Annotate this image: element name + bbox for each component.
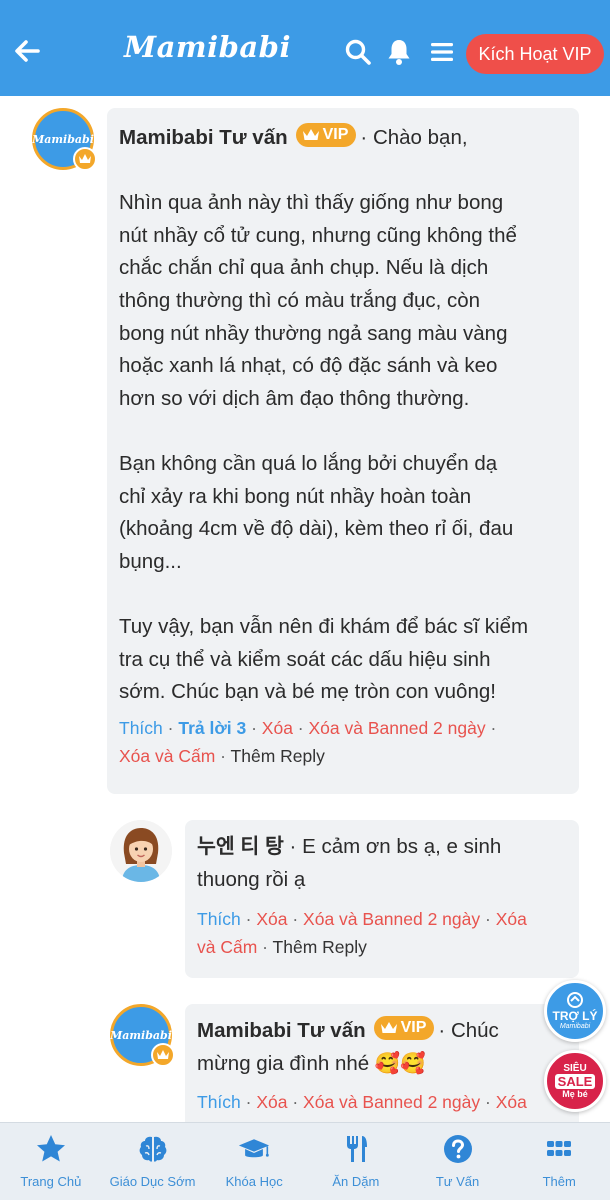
like-button[interactable]: Thích xyxy=(197,909,241,929)
crown-icon xyxy=(302,129,319,140)
sale-label-top: SIÊU xyxy=(563,1062,587,1074)
nav-label: Giáo Dục Sớm xyxy=(109,1174,196,1189)
delete-ban-button[interactable]: Xóa và Banned 2 ngày xyxy=(303,1092,480,1112)
brain-icon xyxy=(137,1133,169,1165)
nav-item-weaning[interactable]: Ăn Dặm xyxy=(305,1123,407,1200)
comment-header: Mamibabi Tư vấn VIP · Chúc xyxy=(197,1015,573,1048)
like-button[interactable]: Thích xyxy=(197,1092,241,1112)
comment-text-line xyxy=(119,415,571,448)
assistant-icon xyxy=(567,992,583,1008)
comment-text-line: hoặc xanh lá nhạt, có độ đặc sánh và keo xyxy=(119,354,498,378)
nav-label: Tư Vấn xyxy=(435,1174,480,1189)
comment-bubble: 누엔 티 탕 · E cảm ơn bs ạ, e sinh thuong rồ… xyxy=(185,820,579,978)
back-arrow-icon[interactable] xyxy=(10,34,44,68)
comment-text-line: bụng... xyxy=(119,549,182,573)
delete-button[interactable]: Xóa xyxy=(256,1092,287,1112)
delete-block-button[interactable]: Xóa và Cấm xyxy=(119,746,215,766)
comment-text-line: bong nút nhầy thường ngả sang màu vàng xyxy=(119,321,508,345)
comment-text-line: · E cảm ơn bs ạ, e sinh xyxy=(289,835,502,858)
nav-label: Khóa Học xyxy=(225,1174,283,1189)
utensils-icon xyxy=(340,1133,372,1165)
comment-author[interactable]: Mamibabi Tư vấn xyxy=(119,126,288,149)
grid-icon xyxy=(543,1133,575,1165)
comment-text-line: · Chào bạn, xyxy=(360,126,468,149)
comment-header: 누엔 티 탕 · E cảm ơn bs ạ, e sinh xyxy=(197,831,573,864)
delete-block-button-cont[interactable]: và Cấm xyxy=(197,937,257,957)
assistant-sub-label: Mamibabi xyxy=(559,1023,591,1030)
nav-item-consult[interactable]: Tư Vấn xyxy=(407,1123,509,1200)
comment-text-line: chỉ xảy ra khi bong nút nhầy hoàn toàn xyxy=(119,484,472,508)
app-logo[interactable]: Mamibabi xyxy=(124,30,291,64)
vip-badge: VIP xyxy=(373,1016,435,1040)
nav-label: Thêm xyxy=(542,1174,576,1189)
assistant-button[interactable]: TRỢ LÝ Mamibabi xyxy=(544,980,606,1042)
comment-body: Nhìn qua ảnh này thì thấy giống như bong… xyxy=(119,155,571,709)
comment-actions: Thích · Trả lời 3 · Xóa · Xóa và Banned … xyxy=(119,717,497,766)
comment-actions: Thích · Xóa · Xóa và Banned 2 ngày · Xóa xyxy=(197,1092,527,1113)
reply-button[interactable]: Trả lời 3 xyxy=(178,718,246,738)
comment-text-line: chắc chắn chỉ qua ảnh chụp. Nếu là dịch xyxy=(119,256,489,280)
comment-text-line: · Chúc xyxy=(438,1019,499,1042)
avatar[interactable] xyxy=(110,820,172,882)
comment-text-line: thông thường thì có màu trắng đục, còn xyxy=(119,288,481,312)
nav-item-courses[interactable]: Khóa Học xyxy=(203,1123,305,1200)
graduation-cap-icon xyxy=(238,1133,270,1165)
sale-label-main: SALE xyxy=(554,1073,596,1089)
nav-item-early-education[interactable]: Giáo Dục Sớm xyxy=(102,1123,204,1200)
comment-text-line: Tuy vậy, bạn vẫn nên đi khám để bác sĩ k… xyxy=(119,614,529,638)
delete-block-button[interactable]: Xóa xyxy=(496,909,527,929)
question-icon xyxy=(442,1133,474,1165)
bell-icon[interactable] xyxy=(385,38,413,66)
avatar-logo-text: Mamibabi xyxy=(32,132,94,146)
comment-text-line: Bạn không cần quá lo lắng bởi chuyển dạ xyxy=(119,451,498,475)
delete-block-button[interactable]: Xóa xyxy=(496,1092,527,1112)
nav-label: Trang Chủ xyxy=(20,1174,82,1189)
super-sale-button[interactable]: SIÊU SALE Mẹ bé xyxy=(544,1050,606,1112)
search-icon[interactable] xyxy=(344,38,372,66)
like-button[interactable]: Thích xyxy=(119,718,163,738)
comment-text-line: tra cụ thể và kiểm soát các dấu hiệu sin… xyxy=(119,647,491,671)
nav-item-home[interactable]: Trang Chủ xyxy=(0,1123,102,1200)
comment-text-line xyxy=(119,578,571,611)
app-header: Mamibabi Kích Hoạt VIP xyxy=(0,0,610,96)
avatar-logo-text: Mamibabi xyxy=(110,1028,172,1042)
sale-label-bottom: Mẹ bé xyxy=(562,1088,588,1099)
comment-author[interactable]: 누엔 티 탕 xyxy=(197,835,284,858)
comment-actions: Thích · Xóa · Xóa và Banned 2 ngày · Xóa… xyxy=(197,909,527,958)
comment-text-line xyxy=(119,155,571,188)
more-reply-button[interactable]: Thêm Reply xyxy=(273,937,367,957)
more-reply-button[interactable]: Thêm Reply xyxy=(231,746,325,766)
comment-text-line: thuong rồi ạ xyxy=(197,867,306,891)
comment-text-line: nút nhầy cổ tử cung, nhưng cũng không th… xyxy=(119,223,517,247)
delete-ban-button[interactable]: Xóa và Banned 2 ngày xyxy=(303,909,480,929)
avatar[interactable]: Mamibabi xyxy=(32,108,97,171)
bottom-navigation: Trang Chủ Giáo Dục Sớm Khóa Học Ăn Dặm T… xyxy=(0,1122,610,1200)
comment-bubble: Mamibabi Tư vấn VIP · Chúc mừng gia đình n… xyxy=(185,1004,579,1134)
delete-button[interactable]: Xóa xyxy=(262,718,293,738)
comment-header: Mamibabi Tư vấn VIP · Chào bạn, xyxy=(119,122,571,155)
activate-vip-button[interactable]: Kích Hoạt VIP xyxy=(466,34,604,74)
delete-ban-button[interactable]: Xóa và Banned 2 ngày xyxy=(309,718,486,738)
comment-text-line: mừng gia đình nhé 🥰🥰 xyxy=(197,1051,426,1075)
crown-icon xyxy=(380,1022,397,1033)
assistant-label: TRỢ LÝ xyxy=(552,1009,598,1023)
comment-text-line: hơn so với dịch âm đạo thông thường. xyxy=(119,386,470,410)
comment-author[interactable]: Mamibabi Tư vấn xyxy=(197,1019,366,1042)
comment-text-line: Nhìn qua ảnh này thì thấy giống như bong xyxy=(119,191,504,215)
avatar[interactable]: Mamibabi xyxy=(110,1004,175,1067)
delete-button[interactable]: Xóa xyxy=(256,909,287,929)
vip-badge: VIP xyxy=(295,123,357,147)
comment-text-line: (khoảng 4cm về độ dài), kèm theo rỉ ối, … xyxy=(119,517,514,541)
crown-icon xyxy=(73,147,97,171)
menu-icon[interactable] xyxy=(428,38,456,66)
nav-label: Ăn Dặm xyxy=(332,1174,380,1189)
comment-text-line: sớm. Chúc bạn và bé mẹ tròn con vuông! xyxy=(119,680,496,704)
crown-icon xyxy=(151,1043,175,1067)
nav-item-more[interactable]: Thêm xyxy=(508,1123,610,1200)
comment-bubble: Mamibabi Tư vấn VIP · Chào bạn, Nhìn qua ả… xyxy=(107,108,579,794)
star-icon xyxy=(35,1133,67,1165)
